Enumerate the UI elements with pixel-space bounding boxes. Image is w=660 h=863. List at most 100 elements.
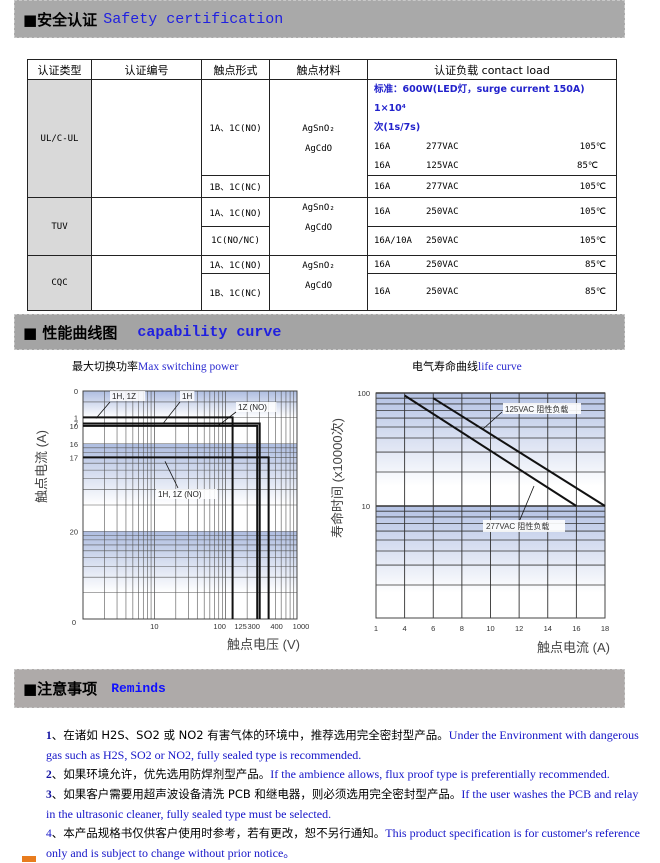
load-entry: 16A 277VAC 105℃ <box>374 177 606 196</box>
standard-note: 次(1s/7s) <box>374 122 421 133</box>
x-tick-label: 18 <box>601 624 609 633</box>
load-temp: 105℃ <box>579 207 606 217</box>
remind-item: 4、本产品规格书仅供客户使用时参考，若有更改，恕不另行通知。This produ… <box>46 824 650 863</box>
load-voltage: 250VAC <box>426 207 459 217</box>
contact-form-cell: 1B、1C(NC) <box>201 175 270 198</box>
load-voltage: 277VAC <box>426 141 459 152</box>
load-current: 16A <box>374 181 391 192</box>
material-line: AgSnO₂ <box>302 261 335 271</box>
y-tick-label: 100 <box>357 389 370 398</box>
load-current: 16A <box>374 160 391 171</box>
load-current: 16A <box>374 287 391 297</box>
contact-load-cell: 16A/10A 250VAC 105℃ <box>367 226 617 256</box>
cert-number-cell <box>91 197 202 256</box>
series-label: 1H <box>182 392 192 401</box>
load-temp: 105℃ <box>579 236 606 246</box>
cert-number-cell <box>91 79 202 198</box>
series-label: 125VAC 阻性负载 <box>505 404 568 414</box>
load-temp: 85℃ <box>585 259 606 270</box>
table-row: UL/C-UL 1A、1C(NO) AgSnO₂ AgCdO 标准：600W(L… <box>27 79 617 198</box>
x-tick-label: 10 <box>486 624 494 633</box>
chart-title-zh: 电气寿命曲线 <box>412 360 478 373</box>
remind-text-en: If the ambience allows, flux proof type … <box>270 767 610 781</box>
load-voltage: 250VAC <box>426 236 459 246</box>
load-voltage: 277VAC <box>426 181 459 192</box>
remind-text-zh: 、本产品规格书仅供客户使用时参考，若有更改，恕不另行通知。 <box>51 826 386 840</box>
y-tick-label: 10 <box>362 502 370 511</box>
x-axis-label: 触点电流 (A) <box>537 640 610 655</box>
certification-table: 认证类型 认证编号 触点形式 触点材料 认证负载 contact load UL… <box>27 59 617 311</box>
section-title-en: capability curve <box>137 323 282 341</box>
y-tick-label: 0 <box>72 618 76 627</box>
load-current: 16A/10A <box>374 236 412 246</box>
contact-material-cell: AgSnO₂ AgCdO <box>269 197 368 256</box>
material-line: AgSnO₂ <box>302 203 335 213</box>
series-label: 1H, 1Z <box>112 392 136 401</box>
y-tick-label: 20 <box>70 527 78 536</box>
chart-title-switching-power: 最大切换功率Max switching power <box>72 358 238 374</box>
x-tick-label: 4 <box>403 624 407 633</box>
x-tick-label: 100 <box>213 622 226 631</box>
x-tick-label: 16 <box>572 624 580 633</box>
section-header-reminds: ■注意事项 Reminds <box>14 669 625 708</box>
load-current: 16A <box>374 259 391 270</box>
y-axis-label: 触点电流 (A) <box>34 430 49 503</box>
contact-load-cell: 16A 250VAC 105℃ <box>367 197 617 227</box>
y-tick-label: 0 <box>74 387 78 396</box>
load-entry: 16A/10A 250VAC 105℃ <box>374 232 606 251</box>
x-tick-label: 125 <box>234 622 247 631</box>
max-switching-power-chart: 1H, 1Z 1H1Z (NO)1H, 1Z (NO)017101617200 10… <box>34 387 310 652</box>
load-voltage: 250VAC <box>426 287 459 297</box>
x-tick-label: 14 <box>544 624 552 633</box>
header-cert-number: 认证编号 <box>91 59 202 80</box>
chart-title-zh: 最大切换功率 <box>72 360 138 373</box>
reminds-list: 1、在诸如 H2S、SO2 或 NO2 有害气体的环境中，推荐选用完全密封型产品… <box>46 726 650 863</box>
load-voltage: 125VAC <box>426 160 459 171</box>
section-header-capability: ■ 性能曲线图 capability curve <box>14 314 625 350</box>
load-temp: 105℃ <box>579 141 606 152</box>
table-row: TUV 1A、1C(NO) AgSnO₂ AgCdO 16A 250VAC 105℃ <box>27 197 617 256</box>
x-tick-label: 10 <box>150 622 158 631</box>
chart-title-life-curve: 电气寿命曲线life curve <box>412 358 522 374</box>
cert-type-cell: TUV <box>27 197 92 256</box>
contact-material-cell: AgSnO₂ AgCdO <box>269 79 368 198</box>
x-tick-label: 300 <box>247 622 260 631</box>
x-tick-label: 1000 <box>293 622 310 631</box>
load-entry: 16A 250VAC 85℃ <box>374 283 606 302</box>
x-tick-label: 8 <box>460 624 464 633</box>
x-tick-label: 1 <box>374 624 378 633</box>
contact-form-cell: 1A、1C(NO) <box>201 255 270 274</box>
cert-type-cell: CQC <box>27 255 92 311</box>
remind-text-zh: 、在诸如 H2S、SO2 或 NO2 有害气体的环境中，推荐选用完全密封型产品。 <box>51 728 449 742</box>
contact-form-cell: 1C(NO/NC) <box>201 226 270 256</box>
remind-item: 1、在诸如 H2S、SO2 或 NO2 有害气体的环境中，推荐选用完全密封型产品… <box>46 726 650 765</box>
y-tick-label: 16 <box>70 440 78 449</box>
cert-type-cell: UL/C-UL <box>27 79 92 198</box>
remind-text-zh: 、如果环境允许，优先选用防焊剂型产品。 <box>51 767 271 781</box>
load-temp: 85℃ <box>585 287 606 297</box>
y-axis-label: 寿命时间 (x10000次) <box>330 418 345 538</box>
load-current: 16A <box>374 141 391 152</box>
contact-load-cell: 16A 277VAC 105℃ <box>367 175 617 198</box>
contact-form-cell: 1A、1C(NO) <box>201 197 270 227</box>
section-title-zh: ■注意事项 <box>23 680 98 698</box>
section-header-safety: ■安全认证 Safety certification <box>14 0 625 38</box>
section-title-en: Safety certification <box>103 10 284 28</box>
load-temp: 85℃ <box>577 160 598 171</box>
material-line: AgCdO <box>304 223 333 233</box>
contact-load-cell: 16A 250VAC 85℃ <box>367 255 617 274</box>
material-line: AgSnO₂ <box>302 123 335 134</box>
x-axis-label: 触点电压 (V) <box>227 637 300 652</box>
material-line: AgCdO <box>304 281 333 291</box>
load-entry: 16A 277VAC 105℃ <box>374 137 606 156</box>
contact-form-cell: 1B、1C(NC) <box>201 273 270 311</box>
x-tick-label: 12 <box>515 624 523 633</box>
section-title-en: Reminds <box>111 681 166 696</box>
remind-item: 2、如果环境允许，优先选用防焊剂型产品。If the ambience allo… <box>46 765 650 785</box>
remind-item: 3、如果客户需要用超声波设备清洗 PCB 和继电器，则必须选用完全密封型产品。I… <box>46 785 650 824</box>
header-contact-form: 触点形式 <box>201 59 270 80</box>
y-tick-label: 10 <box>70 422 78 431</box>
load-current: 16A <box>374 207 391 217</box>
load-voltage: 250VAC <box>426 259 459 270</box>
chart-title-en: life curve <box>478 361 522 373</box>
